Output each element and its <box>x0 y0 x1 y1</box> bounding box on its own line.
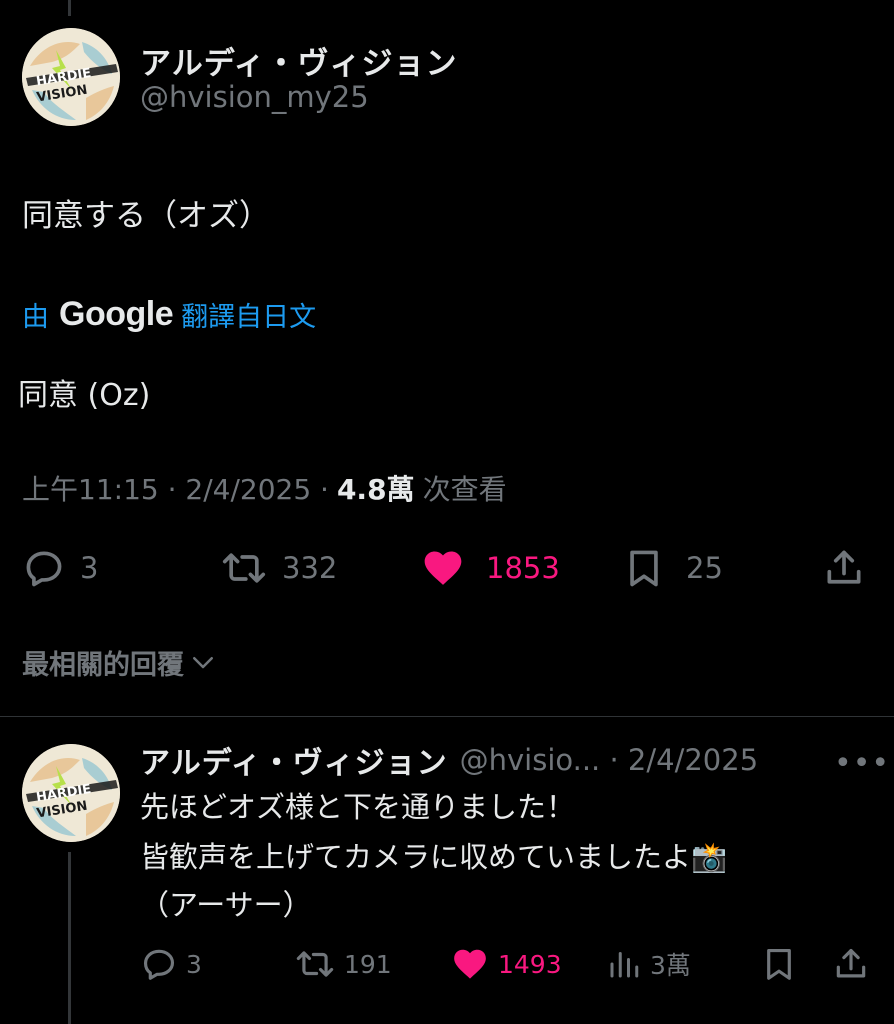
share-icon <box>836 948 866 978</box>
post-meta: 上午11:15 · 2/4/2025 · 4.8萬 次查看 <box>22 468 507 508</box>
heart-icon <box>454 949 486 979</box>
reply-avatar[interactable]: HARDIE VISION <box>22 744 120 842</box>
avatar[interactable]: HARDIE VISION <box>22 28 120 126</box>
translation-prefix: 由 <box>22 301 49 333</box>
section-divider <box>0 716 894 717</box>
translated-text: 同意 (Oz) <box>18 378 151 413</box>
thread-line-reply <box>68 852 71 1024</box>
repost-icon <box>296 951 334 977</box>
avatar-logo-image: HARDIE VISION <box>22 28 120 126</box>
more-options-icon[interactable]: ••• <box>834 746 890 781</box>
like-button[interactable]: 1853 <box>420 546 560 590</box>
replies-sort-dropdown[interactable]: 最相關的回覆 <box>22 640 218 684</box>
reply-text-line-2: 皆歓声を上げてカメラに収めていましたよ📸 <box>140 840 728 874</box>
reply-repost-button[interactable]: 191 <box>294 944 392 984</box>
reply-text-line-3: （アーサー） <box>140 888 312 922</box>
translation-attribution[interactable]: 由 Google 翻譯自日文 <box>22 292 316 336</box>
replies-sort-label: 最相關的回覆 <box>22 649 184 681</box>
share-button[interactable] <box>822 546 866 590</box>
bookmark-icon <box>767 948 791 980</box>
reply-text-line-1: 先ほどオズ様と下を通りました！ <box>140 790 576 824</box>
share-icon <box>827 550 861 584</box>
reply-repost-count: 191 <box>344 949 392 979</box>
reply-views-button[interactable]: 3萬 <box>606 944 691 984</box>
display-name[interactable]: アルディ・ヴィジョン <box>140 38 458 83</box>
reply-button[interactable]: 3 <box>22 546 98 590</box>
reply-avatar-logo-image: HARDIE VISION <box>22 744 120 842</box>
repost-icon <box>222 553 266 583</box>
reply-bookmark-button[interactable] <box>760 944 798 984</box>
reply-handle-date[interactable]: @hvisio... · 2/4/2025 <box>460 743 759 777</box>
reply-like-count: 1493 <box>498 949 562 979</box>
thread-line-top <box>68 0 71 16</box>
views-chart-icon <box>610 952 639 978</box>
reply-reply-button[interactable]: 3 <box>140 944 202 984</box>
chevron-down-icon <box>193 657 213 669</box>
heart-icon <box>424 551 462 585</box>
user-handle[interactable]: @hvision_my25 <box>140 80 369 114</box>
reply-display-name[interactable]: アルディ・ヴィジョン <box>140 738 448 782</box>
reply-like-button[interactable]: 1493 <box>450 944 562 984</box>
reply-views-count: 3萬 <box>650 951 691 980</box>
reply-header: アルディ・ヴィジョン @hvisio... · 2/4/2025 <box>140 738 758 782</box>
reply-count: 3 <box>80 551 99 585</box>
repost-button[interactable]: 332 <box>220 546 337 590</box>
reply-icon <box>26 551 62 587</box>
post-timestamp[interactable]: 上午11:15 · 2/4/2025 · <box>22 468 329 508</box>
google-logo: Google <box>59 294 174 333</box>
translation-source-label[interactable]: 翻譯自日文 <box>181 295 316 334</box>
post-text: 同意する（オズ） <box>22 198 270 234</box>
reply-reply-count: 3 <box>186 949 202 979</box>
views-label: 次查看 <box>422 473 507 506</box>
reply-share-button[interactable] <box>832 944 870 984</box>
views-count[interactable]: 4.8萬 <box>337 468 415 508</box>
like-count: 1853 <box>486 551 560 585</box>
bookmark-icon <box>630 550 658 587</box>
bookmark-count: 25 <box>686 551 723 585</box>
bookmark-button[interactable]: 25 <box>622 546 723 590</box>
reply-icon <box>143 949 175 980</box>
repost-count: 332 <box>282 551 338 585</box>
